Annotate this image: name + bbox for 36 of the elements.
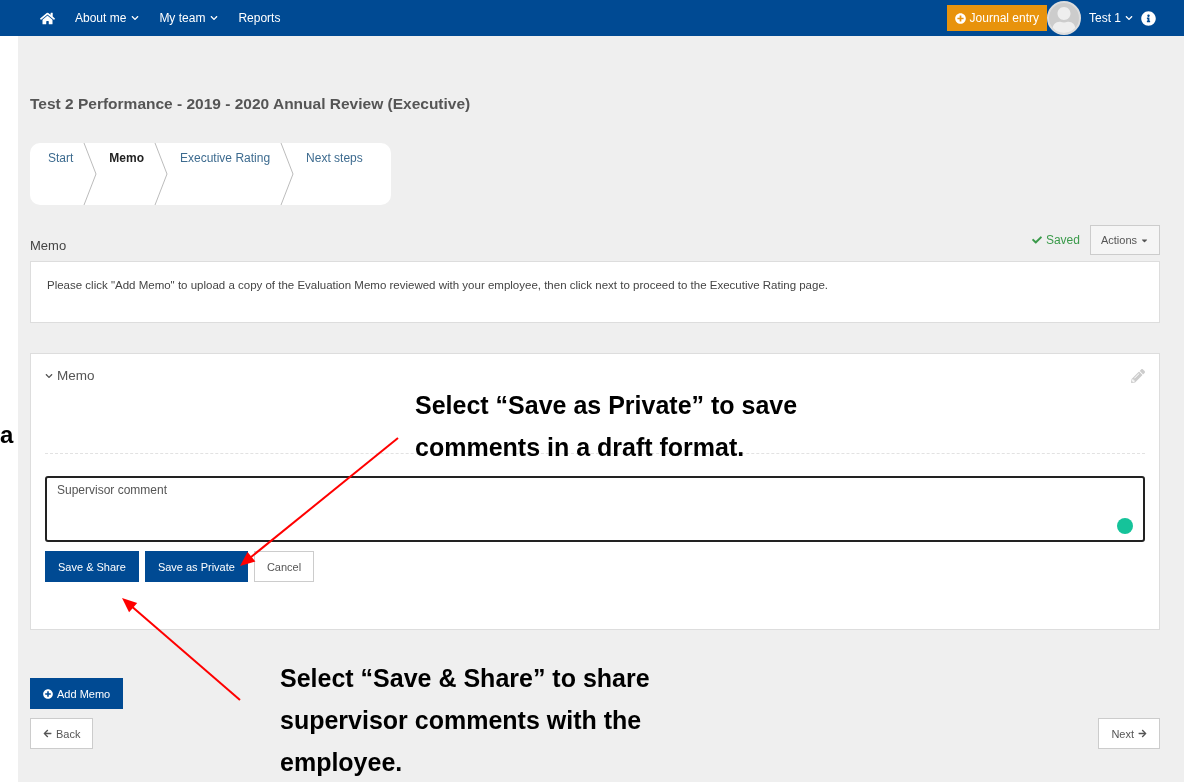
save-status: Saved (1031, 233, 1080, 247)
form-button[interactable]: Save & Share (45, 551, 139, 582)
arrow-right-icon (1138, 729, 1147, 738)
nav-link[interactable]: About me (75, 11, 140, 25)
annotation-text: a (0, 420, 14, 450)
step-separator (280, 143, 295, 205)
memo-toggle[interactable]: Memo (45, 368, 95, 383)
user-silhouette-icon (1051, 7, 1077, 33)
add-memo-button[interactable]: Add Memo (30, 678, 124, 709)
step-tab[interactable]: Memo (107, 143, 154, 205)
back-button[interactable]: Back (30, 718, 94, 749)
form-button[interactable]: Cancel (253, 551, 315, 582)
form-button[interactable]: Save as Private (144, 551, 248, 582)
section-title: Memo (30, 238, 67, 255)
step-tab[interactable]: Start (46, 143, 84, 205)
comment-field[interactable]: Supervisor comment (45, 476, 1145, 542)
next-button[interactable]: Next (1098, 718, 1160, 749)
nav-link[interactable]: My team (159, 11, 219, 25)
step-tab[interactable]: Next steps (304, 143, 373, 205)
step-tab[interactable]: Executive Rating (178, 143, 281, 205)
step-separator (83, 143, 98, 205)
step-separator (154, 143, 168, 205)
status-dot-icon (1117, 518, 1133, 534)
page-title: Test 2 Performance - 2019 - 2020 Annual Review (Executive) (30, 95, 472, 113)
arrow-left-icon (43, 729, 52, 738)
actions-button[interactable]: Actions (1089, 225, 1160, 255)
annotation-text: Select “Save & Share” to share supervisor comments with the employee. (280, 663, 651, 778)
user-menu[interactable]: Test 1 (1089, 11, 1133, 25)
home-icon[interactable] (40, 10, 55, 26)
check-icon (1031, 235, 1042, 245)
chevron-down-icon (1125, 14, 1133, 22)
chevron-icon (45, 371, 53, 380)
nav-link[interactable]: Reports (238, 11, 281, 25)
info-icon[interactable] (1141, 10, 1156, 26)
instruction-text: Please click "Add Memo" to upload a copy of the Evaluation Memo reviewed with your employee, then click next to proceed to the Executive Rating page. (30, 261, 1160, 323)
annotation-text: Select “Save as Private” to save comments in a draft format. (415, 390, 799, 463)
